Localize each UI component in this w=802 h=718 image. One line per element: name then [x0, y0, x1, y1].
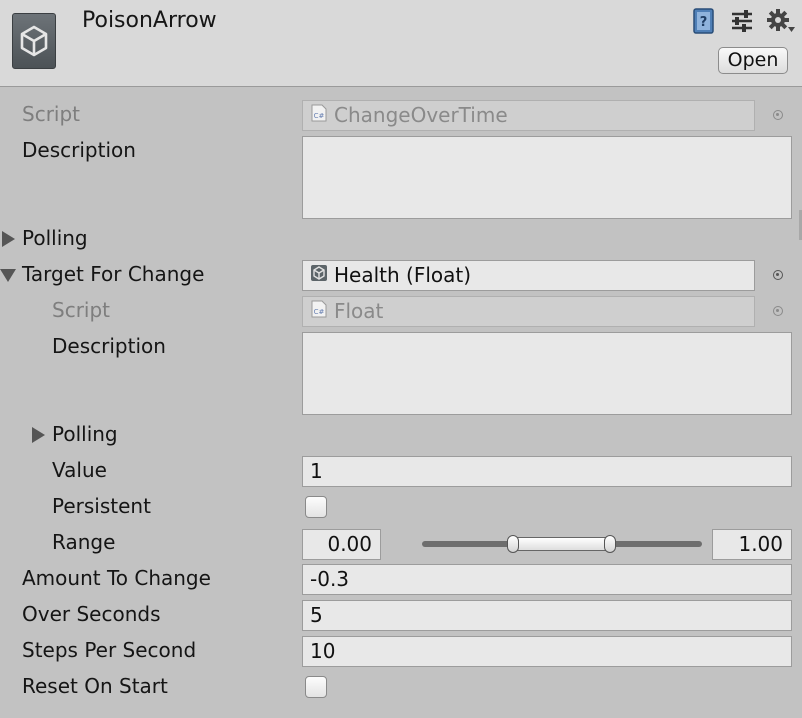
preset-sliders-icon[interactable]: [730, 8, 754, 34]
description-label: Description: [22, 138, 136, 162]
nested-script-label: Script: [52, 298, 111, 322]
script-field: C# ChangeOverTime: [302, 100, 755, 131]
description-textarea[interactable]: [302, 136, 792, 219]
object-picker-icon: [773, 110, 783, 120]
value-label: Value: [52, 458, 107, 482]
persistent-checkbox[interactable]: [305, 496, 327, 518]
target-for-change-label[interactable]: Target For Change: [22, 262, 204, 286]
svg-text:C#: C#: [314, 112, 325, 120]
nested-polling-foldout[interactable]: Polling: [52, 422, 118, 446]
range-max-input[interactable]: 1.00: [712, 529, 792, 560]
range-slider-min-handle[interactable]: [507, 535, 519, 553]
range-slider-max-handle[interactable]: [604, 535, 616, 553]
gear-menu-icon[interactable]: [766, 8, 796, 34]
nested-script-field: C# Float: [302, 296, 755, 327]
object-picker-icon: [773, 306, 783, 316]
steps-per-second-input[interactable]: 10: [302, 636, 792, 667]
nested-script-value: Float: [334, 299, 384, 323]
nested-description-label: Description: [52, 334, 166, 358]
reset-on-start-checkbox[interactable]: [305, 676, 327, 698]
object-picker-icon[interactable]: [773, 270, 783, 280]
reset-on-start-label: Reset On Start: [22, 674, 168, 698]
steps-per-second-label: Steps Per Second: [22, 638, 197, 662]
foldout-collapsed-icon[interactable]: [32, 427, 45, 443]
svg-text:?: ?: [700, 15, 708, 30]
range-min-input[interactable]: 0.00: [302, 529, 381, 560]
target-for-change-value: Health (Float): [334, 263, 472, 287]
unity-logo-icon: [12, 13, 56, 69]
help-book-icon[interactable]: ?: [692, 8, 716, 34]
open-button[interactable]: Open: [718, 47, 788, 74]
range-slider-selection[interactable]: [510, 537, 614, 551]
persistent-label: Persistent: [52, 494, 151, 518]
foldout-collapsed-icon[interactable]: [2, 231, 15, 247]
target-for-change-field[interactable]: Health (Float): [302, 260, 755, 291]
script-field-value: ChangeOverTime: [334, 103, 508, 127]
csharp-script-icon: C#: [310, 297, 328, 325]
scriptable-object-icon: [310, 261, 328, 289]
object-title: PoisonArrow: [82, 8, 217, 33]
inspector-header: PoisonArrow ? Open: [0, 0, 802, 87]
amount-to-change-label: Amount To Change: [22, 566, 211, 590]
svg-text:C#: C#: [314, 308, 325, 316]
script-label: Script: [22, 102, 81, 126]
range-label: Range: [52, 530, 116, 554]
over-seconds-input[interactable]: 5: [302, 600, 792, 631]
value-input[interactable]: 1: [302, 456, 792, 487]
amount-to-change-input[interactable]: -0.3: [302, 564, 792, 595]
nested-description-textarea[interactable]: [302, 332, 792, 415]
polling-foldout[interactable]: Polling: [22, 226, 88, 250]
over-seconds-label: Over Seconds: [22, 602, 161, 626]
foldout-expanded-icon[interactable]: [0, 269, 16, 282]
csharp-script-icon: C#: [310, 101, 328, 129]
